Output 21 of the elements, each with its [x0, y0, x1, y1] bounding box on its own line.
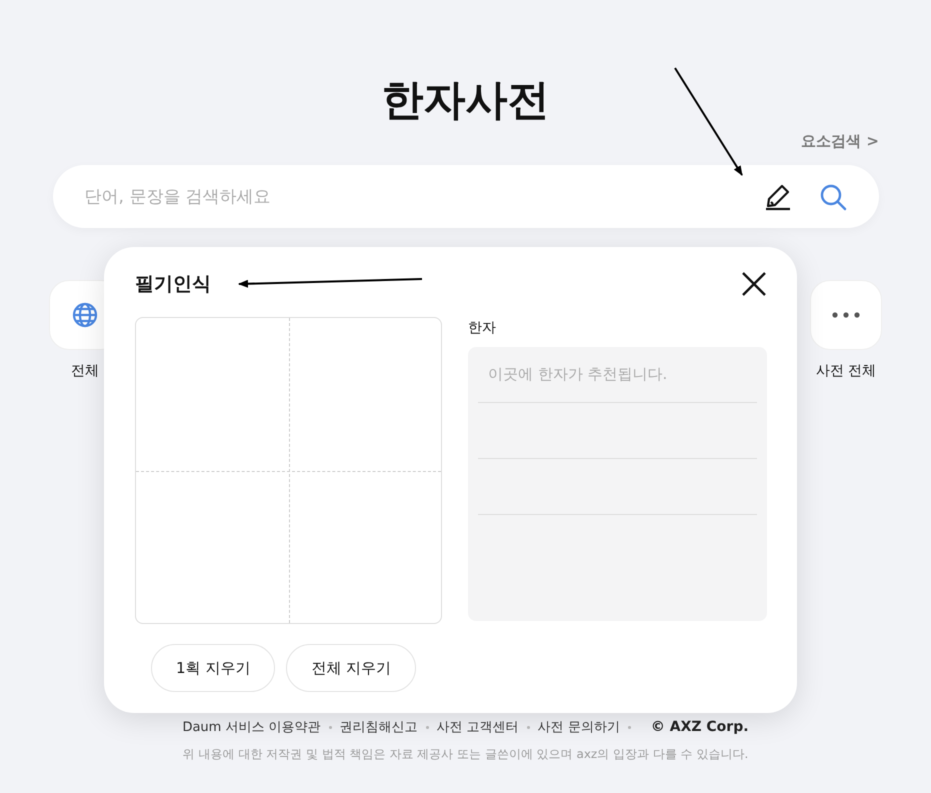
search-icon[interactable] — [818, 182, 846, 210]
footer-link[interactable]: 권리침해신고 — [340, 718, 418, 736]
search-input[interactable]: 단어, 문장을 검색하세요 — [82, 186, 736, 208]
page-title: 한자사전 — [382, 74, 550, 126]
close-icon[interactable] — [741, 271, 767, 297]
more-icon — [832, 312, 860, 318]
suggestion-row: 이곳에 한자가 추천됩니다. — [478, 347, 757, 403]
globe-icon — [72, 302, 98, 328]
erase-button[interactable]: 전체 지우기 — [286, 644, 416, 692]
footer-link[interactable]: Daum 서비스 이용약관 — [182, 718, 321, 736]
footer-link[interactable]: 사전 문의하기 — [538, 718, 620, 736]
disclaimer: 위 내용에 대한 저작권 및 법적 책임은 자료 제공사 또는 글쓴이에 있으며 axz의 입장과 다를 수 있습니다. — [182, 746, 748, 763]
popup-title: 필기인식 — [135, 272, 211, 297]
erase-button[interactable]: 1획 지우기 — [151, 644, 276, 692]
search-field[interactable]: 단어, 문장을 검색하세요 — [52, 165, 878, 228]
element-search-link[interactable]: 요소검색 > — [801, 132, 879, 151]
result-label: 한자 — [468, 319, 497, 337]
category-label: 사전 전체 — [816, 362, 876, 380]
category-label: 전체 — [71, 362, 99, 380]
copyright: © AXZ Corp. — [650, 719, 749, 735]
footer-link[interactable]: 사전 고객센터 — [436, 718, 519, 736]
